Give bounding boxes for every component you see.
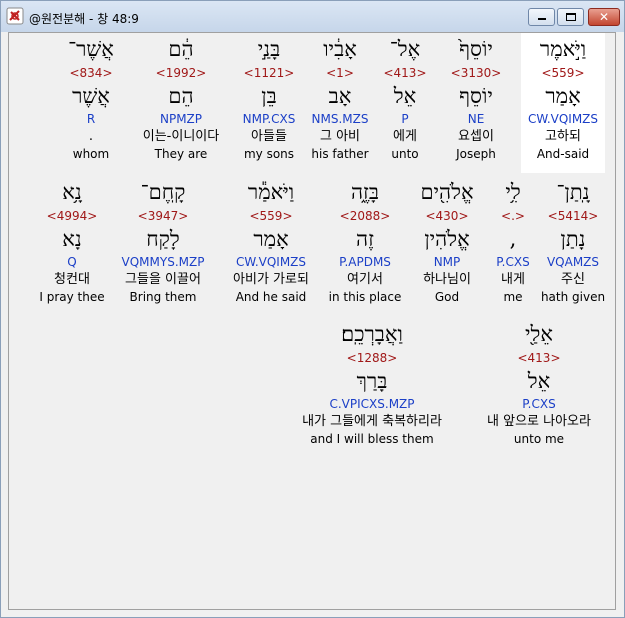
korean-gloss: 그들을 이끌어	[125, 272, 201, 287]
lexical-form: אֲשֶׁר	[72, 84, 110, 108]
word-cell[interactable]: בָּנַ֣י <1121> בֵּן NMP.CXS 아들들 my sons	[227, 33, 311, 162]
parsing-code: NMP.CXS	[242, 112, 296, 126]
english-gloss: I pray thee	[39, 290, 105, 304]
close-button[interactable]: ✕	[588, 8, 620, 26]
parsing-code: VQMMYS.MZP	[121, 255, 205, 269]
korean-gloss: .	[88, 129, 94, 144]
title-bar[interactable]: @원전분해 - 창 48:9 ✕	[1, 1, 624, 32]
strong-number: <430>	[425, 209, 469, 223]
parsing-code: NPMZP	[159, 112, 203, 126]
lexical-form: זֶה	[356, 227, 374, 251]
hebrew-word: קָֽחֶם־	[140, 180, 186, 204]
word-cell[interactable]: וַיֹּאמַ֕ר <559> אָמַר CW.VQIMZS 아비가 가로되…	[219, 176, 323, 305]
strong-number: <2088>	[339, 209, 391, 223]
app-icon	[6, 7, 24, 25]
korean-gloss: 고하되	[545, 129, 581, 144]
korean-gloss: 아비가 가로되	[233, 272, 309, 287]
word-cell[interactable]: הֵ֔ם <1992> הֵם NPMZP 이는-이니이다 They are	[129, 33, 233, 162]
lexical-form: אָמַר	[253, 227, 289, 251]
minimize-icon	[538, 18, 546, 20]
lexical-form: אָמַר	[545, 84, 581, 108]
app-window: @원전분해 - 창 48:9 ✕ וַיֹּ֣אמֶר <559> אָמַר …	[0, 0, 625, 618]
word-cell[interactable]: וַיֹּ֣אמֶר <559> אָמַר CW.VQIMZS 고하되 And…	[521, 33, 605, 173]
maximize-icon	[566, 13, 576, 21]
close-icon: ✕	[598, 10, 610, 24]
window-title: @원전분해 - 창 48:9	[29, 12, 139, 26]
hebrew-word: אֵלַ֖י	[525, 322, 553, 346]
korean-gloss: 청컨대	[54, 272, 90, 287]
strong-number: <3947>	[137, 209, 189, 223]
word-cell[interactable]: אֵלַ֖י <413> אֵל P.CXS 내 앞으로 나아오라 unto m…	[454, 318, 624, 447]
strong-number: <1992>	[155, 66, 207, 80]
english-gloss: They are	[154, 147, 208, 161]
english-gloss: God	[434, 290, 460, 304]
english-gloss: And-said	[536, 147, 590, 161]
lexical-form: אֵל	[527, 369, 551, 393]
analysis-pane: וַיֹּ֣אמֶר <559> אָמַר CW.VQIMZS 고하되 And…	[8, 32, 616, 610]
strong-number: <559>	[249, 209, 293, 223]
word-cell[interactable]: קָֽחֶם־ <3947> לָקַח VQMMYS.MZP 그들을 이끌어 …	[111, 176, 215, 305]
word-cell[interactable]: אֱלֹהִ֖ים <430> אֱלֹהִין NMP 하나님이 God	[405, 176, 489, 305]
strong-number: <4994>	[46, 209, 98, 223]
parsing-code: CW.VQIMZS	[527, 112, 599, 126]
english-gloss: And he said	[235, 290, 307, 304]
strong-number: <413>	[517, 351, 561, 365]
english-gloss: in this place	[328, 290, 402, 304]
english-gloss: unto me	[513, 432, 565, 446]
word-cell[interactable]: וַאֲבָרְכֵֽם׃ <1288> בָּרַךְ C.VPICXS.MZ…	[272, 318, 472, 447]
hebrew-word: נָ֥א	[62, 180, 82, 204]
lexical-form: נָא	[62, 227, 82, 251]
lexical-form: אֱלֹהִין	[424, 227, 470, 251]
hebrew-word: בָּזֶ֑ה	[350, 180, 380, 204]
parsing-code: P.APDMS	[339, 255, 391, 269]
parsing-code: NMP	[433, 255, 461, 269]
english-gloss: and I will bless them	[310, 432, 434, 446]
word-cell[interactable]: נָ֥א <4994> נָא Q 청컨대 I pray thee	[27, 176, 117, 305]
lexical-form: לָקַח	[146, 227, 180, 251]
english-gloss: whom	[72, 147, 110, 161]
strong-number: <1288>	[346, 351, 398, 365]
hebrew-word: אֲשֶׁר־	[68, 37, 114, 61]
korean-gloss: 이는-이니이다	[142, 129, 220, 144]
korean-gloss: 여기서	[347, 272, 383, 287]
hebrew-word: אֱלֹהִ֖ים	[420, 180, 474, 204]
hebrew-word: בָּנַ֣י	[257, 37, 281, 61]
hebrew-word: וַאֲבָרְכֵֽם׃	[341, 322, 403, 346]
word-cell[interactable]: בָּזֶ֑ה <2088> זֶה P.APDMS 여기서 in this p…	[319, 176, 411, 305]
korean-gloss: 내가 그들에게 축복하리라	[302, 414, 442, 429]
korean-gloss: 아들들	[251, 129, 287, 144]
english-gloss: Bring them	[129, 290, 197, 304]
lexical-form: בָּרַךְ	[356, 369, 388, 393]
parsing-code: R	[86, 112, 96, 126]
minimize-button[interactable]	[528, 8, 555, 26]
hebrew-word: וַיֹּאמַ֕ר	[247, 180, 295, 204]
korean-gloss: 내 앞으로 나아오라	[487, 414, 591, 429]
english-gloss: my sons	[243, 147, 295, 161]
lexical-form: הֵם	[168, 84, 194, 108]
parsing-code: CW.VQIMZS	[235, 255, 307, 269]
word-cell[interactable]: אֲשֶׁר־ <834> אֲשֶׁר R . whom	[49, 33, 133, 162]
lexical-form: בֵּן	[261, 84, 277, 108]
hebrew-word: וַיֹּ֣אמֶר	[539, 37, 587, 61]
parsing-code: C.VPICXS.MZP	[329, 397, 415, 411]
strong-number: <834>	[69, 66, 113, 80]
strong-number: <1121>	[243, 66, 295, 80]
korean-gloss: 하나님이	[423, 272, 471, 287]
maximize-button[interactable]	[557, 8, 584, 26]
strong-number: <559>	[541, 66, 585, 80]
parsing-code: P.CXS	[522, 397, 556, 411]
hebrew-word: הֵ֔ם	[168, 37, 194, 61]
parsing-code: Q	[67, 255, 77, 269]
